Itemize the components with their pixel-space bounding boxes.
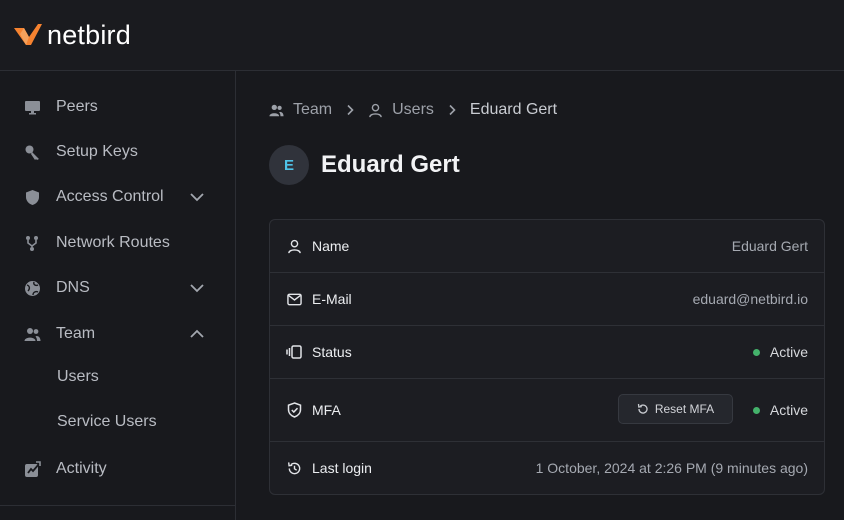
detail-label: Last login (312, 460, 372, 476)
detail-value: Eduard Gert (731, 238, 808, 254)
breadcrumb-users[interactable]: Users (368, 101, 434, 119)
activity-icon (24, 460, 41, 478)
sidebar-item-label: Access Control (56, 188, 164, 205)
breadcrumb-team[interactable]: Team (269, 101, 332, 119)
breadcrumb-label: Users (392, 101, 434, 118)
detail-label: Status (312, 344, 352, 360)
sidebar-item-label: Peers (56, 98, 98, 115)
user-details-card: Name Eduard Gert E-Mail eduard@netbird.i… (269, 219, 825, 495)
chevron-up-icon[interactable] (189, 326, 205, 342)
sidebar-item-label: Setup Keys (56, 143, 138, 160)
detail-value: 1 October, 2024 at 2:26 PM (9 minutes ag… (535, 460, 808, 476)
netbird-logo-icon (14, 24, 42, 45)
users-icon (269, 104, 284, 116)
route-icon (24, 235, 41, 252)
sidebar-item-access-control[interactable]: Access Control (0, 177, 236, 217)
globe-icon (24, 280, 41, 297)
refresh-icon (637, 403, 648, 414)
divider (0, 505, 236, 506)
breadcrumb-label: Eduard Gert (469, 101, 558, 118)
reset-mfa-label: Reset MFA (654, 402, 715, 416)
chevron-right-icon (345, 104, 355, 116)
user-icon (286, 238, 302, 254)
sidebar-item-team[interactable]: Team (0, 314, 236, 354)
chevron-down-icon[interactable] (189, 189, 205, 205)
sidebar-item-peers[interactable]: Peers (0, 87, 236, 127)
sidebar-item-label: Network Routes (56, 234, 170, 251)
status-icon (286, 344, 302, 360)
sidebar: Peers Setup Keys Access Control Network … (0, 71, 236, 520)
monitor-icon (24, 99, 41, 116)
breadcrumb-current: Eduard Gert (470, 101, 557, 119)
status-text: Active (769, 402, 808, 418)
detail-label: E-Mail (312, 291, 352, 307)
sidebar-item-label: Activity (56, 460, 107, 477)
page-title: Eduard Gert (321, 151, 460, 178)
sidebar-item-label: DNS (56, 279, 90, 296)
main-content: Team Users Eduard Gert E Eduard Gert Nam… (237, 71, 844, 520)
detail-label: Name (312, 238, 350, 254)
mail-icon (286, 291, 302, 307)
key-icon (24, 144, 41, 161)
detail-row-mfa: MFA Reset MFA Active (270, 379, 824, 442)
shield-icon (24, 189, 41, 206)
user-icon (369, 103, 382, 117)
status-dot (752, 406, 760, 414)
breadcrumb-label: Team (293, 101, 333, 118)
detail-row-email: E-Mail eduard@netbird.io (270, 273, 824, 326)
shield-check-icon (286, 402, 302, 418)
detail-value: eduard@netbird.io (692, 291, 808, 307)
status-badge: Active (752, 344, 808, 360)
avatar: E (269, 145, 309, 185)
status-text: Active (769, 344, 808, 360)
status-dot (752, 348, 760, 356)
reset-mfa-button[interactable]: Reset MFA (618, 394, 733, 424)
top-bar: netbird (0, 0, 844, 71)
sidebar-item-dns[interactable]: DNS (0, 268, 236, 308)
detail-row-last-login: Last login 1 October, 2024 at 2:26 PM (9… (270, 442, 824, 494)
sidebar-item-network-routes[interactable]: Network Routes (0, 223, 236, 263)
breadcrumb: Team Users Eduard Gert (269, 99, 557, 121)
chevron-down-icon[interactable] (189, 280, 205, 296)
sidebar-subitem-service-users[interactable]: Service Users (57, 413, 157, 431)
detail-row-status: Status Active (270, 326, 824, 379)
sidebar-item-setup-keys[interactable]: Setup Keys (0, 132, 236, 172)
sidebar-item-label: Team (56, 325, 96, 342)
user-header: E Eduard Gert (269, 145, 460, 185)
netbird-logo[interactable]: netbird (13, 20, 131, 51)
sidebar-item-activity[interactable]: Activity (0, 449, 236, 489)
users-icon (24, 326, 41, 343)
mfa-status-badge: Active (752, 402, 808, 418)
brand-name: netbird (47, 19, 131, 50)
chevron-right-icon (447, 104, 457, 116)
detail-row-name: Name Eduard Gert (270, 220, 824, 273)
history-icon (286, 460, 302, 476)
detail-label: MFA (312, 402, 341, 418)
sidebar-subitem-users[interactable]: Users (57, 368, 99, 386)
